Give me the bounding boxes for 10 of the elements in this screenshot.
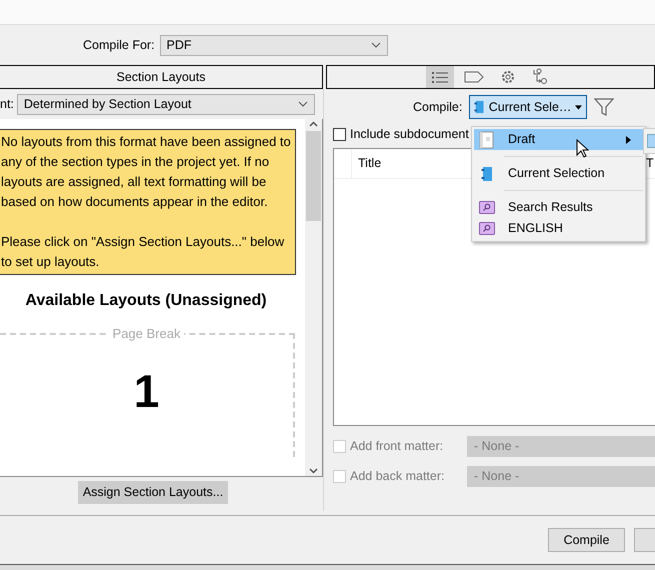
available-layouts-heading: Available Layouts (Unassigned) [24,291,268,311]
compile-label: Compile: [413,98,462,116]
page-number: 1 [134,368,160,414]
matter-label: Add back matter: [350,468,446,485]
notice-text: Please click on "Assign Section Layouts..." below to set up layouts. [1,233,286,271]
page-break-label: Page Break [112,327,182,340]
compile-for-label: Compile For: [83,36,155,54]
notice-text: No layouts from this format have been assigned to any of the section types in the project yet. If no layouts are assigned, all text formatting will be based on how documents appear in the editor. [1,133,292,211]
matter-label: Add front matter: [350,438,444,455]
assignment-label: nt: [0,96,14,113]
